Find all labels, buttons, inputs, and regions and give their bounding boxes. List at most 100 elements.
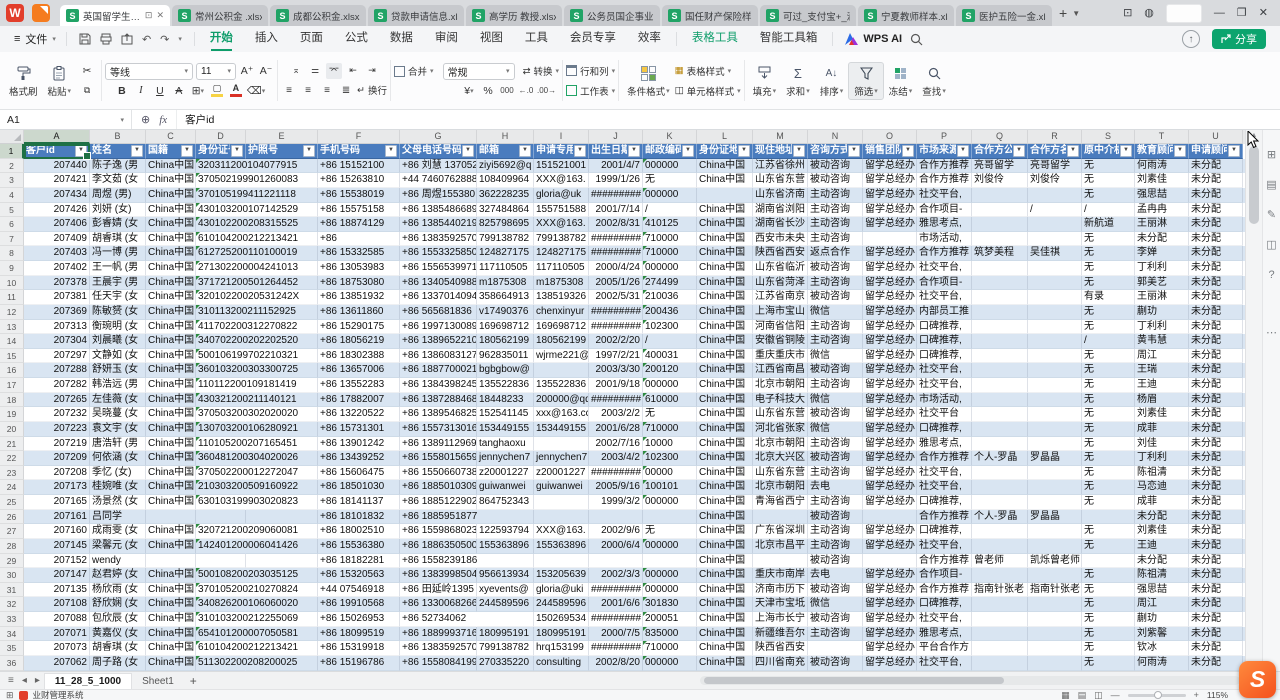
- row-header-3[interactable]: 3: [0, 173, 24, 188]
- cell-Q6[interactable]: [972, 217, 1028, 232]
- cell-C23[interactable]: China中国: [146, 466, 196, 481]
- cell-O3[interactable]: 留学总经办: [863, 173, 917, 188]
- cell-L16[interactable]: China中国: [697, 363, 753, 378]
- cell-P5[interactable]: 合作项目-: [917, 203, 972, 218]
- cell-F16[interactable]: +86 13657006: [318, 363, 400, 378]
- row-header-21[interactable]: 21: [0, 437, 24, 452]
- cell-C19[interactable]: China中国: [146, 407, 196, 422]
- cell-M17[interactable]: 北京市朝阳: [753, 378, 808, 393]
- cell-N11[interactable]: 被动咨询: [808, 290, 863, 305]
- cell-L4[interactable]: [697, 188, 753, 203]
- cell-L29[interactable]: China中国: [697, 554, 753, 569]
- cell-N2[interactable]: 被动咨询: [808, 159, 863, 174]
- cell-I1[interactable]: 申请专用▼: [534, 144, 589, 159]
- cell-L18[interactable]: China中国: [697, 393, 753, 408]
- layout-switch-icon[interactable]: ⊡: [1123, 8, 1132, 19]
- cell-T21[interactable]: 刘佳: [1135, 437, 1189, 452]
- cell-Q28[interactable]: [972, 539, 1028, 554]
- row-header-20[interactable]: 20: [0, 422, 24, 437]
- cell-R15[interactable]: [1028, 349, 1082, 364]
- cell-Q21[interactable]: [972, 437, 1028, 452]
- cell-I8[interactable]: 124827175: [534, 246, 589, 261]
- cell-P20[interactable]: 口碑推荐,: [917, 422, 972, 437]
- cell-A1[interactable]: 客户id▼: [24, 144, 90, 159]
- cell-D9[interactable]: 271302200004241013: [196, 261, 246, 276]
- cell-N3[interactable]: 被动咨询: [808, 173, 863, 188]
- cell-B9[interactable]: 王一帆 (男: [90, 261, 146, 276]
- cell-U19[interactable]: 未分配: [1189, 407, 1243, 422]
- row-header-14[interactable]: 14: [0, 334, 24, 349]
- cell-R30[interactable]: [1028, 568, 1082, 583]
- cell-L12[interactable]: China中国: [697, 305, 753, 320]
- cell-F23[interactable]: +86 15606475: [318, 466, 400, 481]
- column-header-Q[interactable]: Q: [972, 130, 1028, 144]
- menu-tab-数据[interactable]: 数据: [379, 26, 424, 52]
- menu-tab-会员专享[interactable]: 会员专享: [559, 26, 627, 52]
- cell-I11[interactable]: 138519326: [534, 290, 589, 305]
- cell-K9[interactable]: 000000: [643, 261, 697, 276]
- cell-A5[interactable]: 207426: [24, 203, 90, 218]
- row-header-19[interactable]: 19: [0, 407, 24, 422]
- cell-T35[interactable]: 钦冰: [1135, 641, 1189, 656]
- cell-S25[interactable]: 无: [1082, 495, 1135, 510]
- cell-H23[interactable]: z20001227: [477, 466, 534, 481]
- cell-K11[interactable]: 210036: [643, 290, 697, 305]
- cell-L25[interactable]: China中国: [697, 495, 753, 510]
- apps-grid-icon[interactable]: ⊞: [6, 690, 14, 700]
- cell-J2[interactable]: 2001/4/7: [589, 159, 643, 174]
- cell-M20[interactable]: 河北省张家: [753, 422, 808, 437]
- cell-Q17[interactable]: [972, 378, 1028, 393]
- cell-A27[interactable]: 207160: [24, 524, 90, 539]
- cell-A6[interactable]: 207406: [24, 217, 90, 232]
- cell-A28[interactable]: 207145: [24, 539, 90, 554]
- row-header-23[interactable]: 23: [0, 466, 24, 481]
- row-header-33[interactable]: 33: [0, 612, 24, 627]
- cell-D26[interactable]: [196, 510, 246, 525]
- cell-Q33[interactable]: [972, 612, 1028, 627]
- cell-O5[interactable]: 留学总经办: [863, 203, 917, 218]
- decrease-decimal-button[interactable]: .00→: [537, 83, 556, 99]
- cell-M36[interactable]: 四川省南充: [753, 656, 808, 671]
- cell-C24[interactable]: China中国: [146, 480, 196, 495]
- cell-I23[interactable]: z20001227: [534, 466, 589, 481]
- cell-S23[interactable]: 无: [1082, 466, 1135, 481]
- cell-K12[interactable]: 200436: [643, 305, 697, 320]
- row-header-18[interactable]: 18: [0, 393, 24, 408]
- cell-D7[interactable]: 610104200212213421: [196, 232, 246, 247]
- row-header-2[interactable]: 2: [0, 159, 24, 174]
- cell-G19[interactable]: +86 1389546825: [400, 407, 477, 422]
- filter-dropdown-icon[interactable]: ▼: [738, 145, 750, 157]
- cell-L13[interactable]: China中国: [697, 320, 753, 335]
- cell-O15[interactable]: 留学总经办: [863, 349, 917, 364]
- cell-D33[interactable]: 310103200212255069: [196, 612, 246, 627]
- cell-H12[interactable]: v17490376: [477, 305, 534, 320]
- row-header-8[interactable]: 8: [0, 246, 24, 261]
- cell-G27[interactable]: +86 1559868023: [400, 524, 477, 539]
- cell-P8[interactable]: 合作方推荐: [917, 246, 972, 261]
- vertical-scrollbar[interactable]: ▲ ▼: [1245, 130, 1262, 671]
- cell-H33[interactable]: [477, 612, 534, 627]
- cell-I26[interactable]: [534, 510, 589, 525]
- cell-D19[interactable]: 370503200302020020: [196, 407, 246, 422]
- filter-dropdown-icon[interactable]: ▼: [793, 145, 805, 157]
- cell-C34[interactable]: China中国: [146, 627, 196, 642]
- cell-P10[interactable]: 合作项目-: [917, 276, 972, 291]
- cell-N21[interactable]: 主动咨询: [808, 437, 863, 452]
- cell-J6[interactable]: 2002/8/31: [589, 217, 643, 232]
- cell-F24[interactable]: +86 18501030: [318, 480, 400, 495]
- cell-R24[interactable]: [1028, 480, 1082, 495]
- cell-R1[interactable]: 合作方名称▼: [1028, 144, 1082, 159]
- cell-F19[interactable]: +86 13220522: [318, 407, 400, 422]
- cell-D17[interactable]: 110112200109181419: [196, 378, 246, 393]
- paste-button[interactable]: 粘贴▾: [43, 63, 77, 99]
- cell-C31[interactable]: China中国: [146, 583, 196, 598]
- cell-D14[interactable]: 340702200202202520: [196, 334, 246, 349]
- cell-T26[interactable]: 未分配: [1135, 510, 1189, 525]
- cell-G18[interactable]: +86 1387288468: [400, 393, 477, 408]
- cell-K17[interactable]: 000000: [643, 378, 697, 393]
- row-header-1[interactable]: 1: [0, 144, 24, 159]
- cell-O20[interactable]: 留学总经办: [863, 422, 917, 437]
- column-header-A[interactable]: A: [24, 130, 90, 144]
- merge-button[interactable]: 合并▾: [394, 63, 434, 80]
- align-center-icon[interactable]: ≡: [300, 82, 316, 98]
